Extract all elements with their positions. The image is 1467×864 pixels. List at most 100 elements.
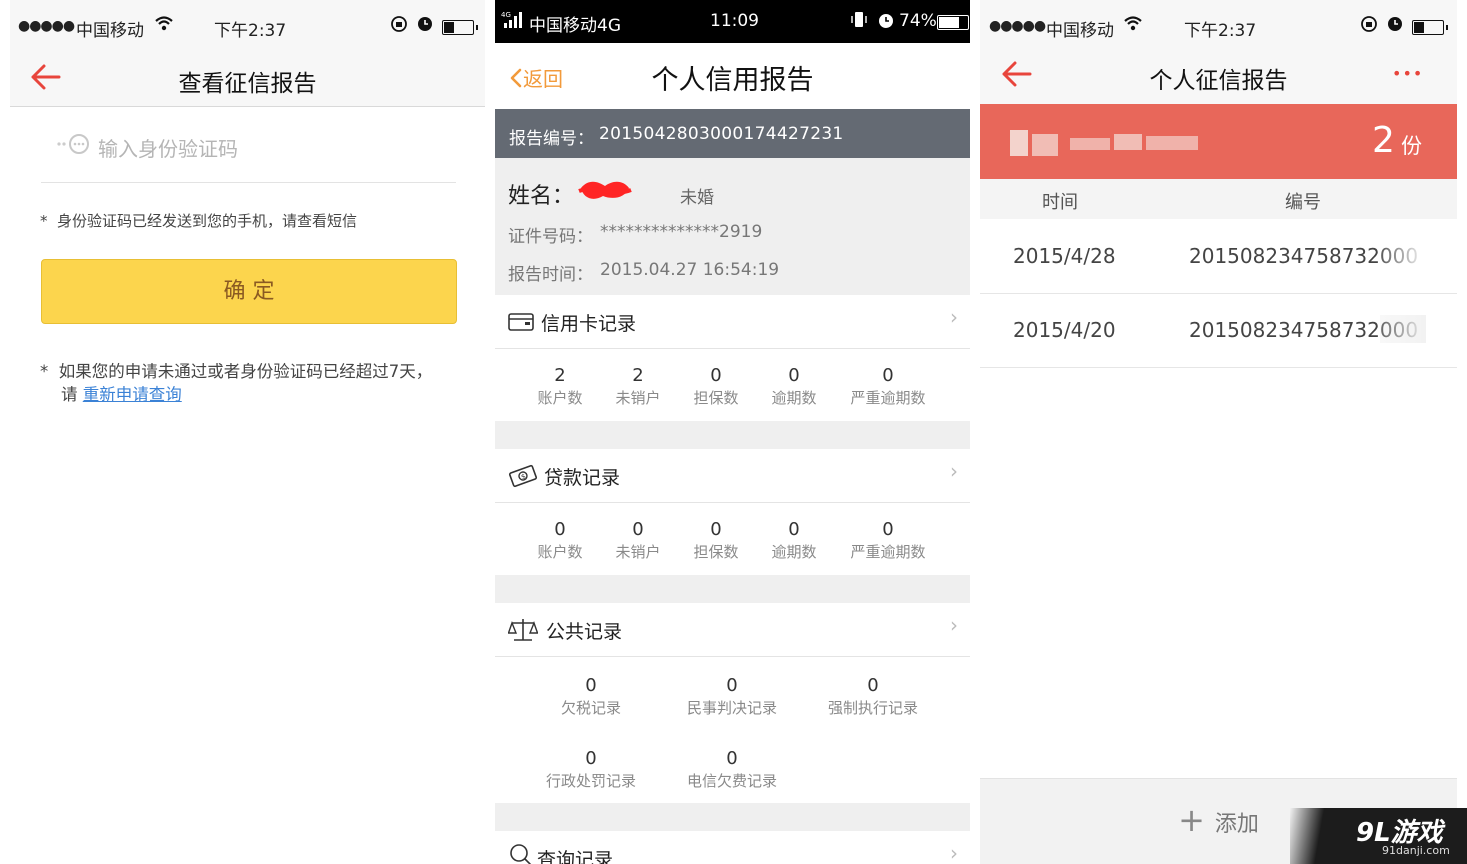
wifi-icon xyxy=(1123,14,1143,37)
report-date: 2015/4/28 xyxy=(1013,244,1116,268)
reapply-prefix: 请 xyxy=(61,385,83,404)
stat-item: 0 担保数 xyxy=(693,519,739,561)
report-count-banner: 2 份 xyxy=(980,104,1457,179)
carrier-label: 中国移动4G xyxy=(529,16,621,36)
id-number-value: **************2919 xyxy=(600,222,763,242)
wifi-icon xyxy=(154,14,174,37)
stat-item: 0 严重逾期数 xyxy=(850,519,926,561)
panel-gap xyxy=(1457,0,1467,864)
report-count-unit: 份 xyxy=(1401,134,1422,158)
clock-label: 下午2:37 xyxy=(1184,21,1257,41)
panel-personal-credit-report: 4G 中国移动4G 11:09 74% 返回 个人信用报告 报告编号： 2015… xyxy=(495,0,970,864)
status-bar: 4G 中国移动4G 11:09 74% xyxy=(495,0,970,43)
stat-item: 0 逾期数 xyxy=(771,519,817,561)
search-icon xyxy=(509,843,533,864)
chevron-right-icon: › xyxy=(950,613,958,637)
money-icon: $ xyxy=(508,462,538,494)
table-row[interactable]: 2015/4/20 201508234758732000 xyxy=(980,294,1457,368)
loan-stats: 0 账户数 0 未销户 0 担保数 0 逾期数 0 严重逾期数 xyxy=(495,503,970,575)
chevron-right-icon: › xyxy=(950,459,958,483)
sms-sent-note: * 身份验证码已经发送到您的手机，请查看短信 xyxy=(40,210,357,231)
credit-card-stats: 2 账户数 2 未销户 0 担保数 0 逾期数 0 严重逾期数 xyxy=(495,349,970,421)
section-title: 信用卡记录 xyxy=(541,313,637,335)
watermark-site: 91danji.com xyxy=(1382,844,1450,857)
column-header-time: 时间 xyxy=(1042,192,1078,213)
report-count: 2 xyxy=(1372,120,1395,161)
status-bar: ●●●●● 中国移动 下午2:37 xyxy=(980,0,1457,52)
rotation-lock-icon xyxy=(390,15,408,38)
alarm-icon xyxy=(877,11,895,34)
verification-code-input[interactable]: 输入身份验证码 xyxy=(41,126,456,183)
stat-item: 0 严重逾期数 xyxy=(850,365,926,407)
plus-icon: + xyxy=(1178,801,1205,839)
carrier-label: 中国移动 xyxy=(76,21,144,41)
stat-item: 0 行政处罚记录 xyxy=(545,748,636,790)
add-label: 添加 xyxy=(1214,812,1259,837)
signal-dots-icon: ●●●●● xyxy=(989,18,1046,34)
rotation-lock-icon xyxy=(1360,15,1378,38)
marital-status: 未婚 xyxy=(680,188,714,208)
nav-bar: 查看征信报告 xyxy=(10,52,485,107)
signal-dots-icon: ●●●●● xyxy=(18,18,75,34)
clock-label: 11:09 xyxy=(710,11,759,31)
battery-percent: 74% xyxy=(899,11,937,31)
carrier-label: 中国移动 xyxy=(1046,21,1114,41)
page-title: 个人征信报告 xyxy=(1149,68,1288,94)
stat-item: 2 账户数 xyxy=(537,365,583,407)
reapply-link[interactable]: 重新申请查询 xyxy=(83,385,182,404)
section-query-records[interactable]: 查询记录 › xyxy=(495,831,970,864)
reapply-note-text: 如果您的申请未通过或者身份验证码已经超过7天， xyxy=(58,362,433,381)
section-loan[interactable]: $ 贷款记录 › xyxy=(495,449,970,503)
id-number-label: 证件号码： xyxy=(508,227,593,247)
report-date: 2015/4/20 xyxy=(1013,318,1116,342)
table-header: 时间 编号 xyxy=(980,179,1457,219)
reapply-note: * 如果您的申请未通过或者身份验证码已经超过7天， 请 重新申请查询 xyxy=(40,360,480,406)
network-type: 4G xyxy=(501,11,511,19)
sms-note-text: 身份验证码已经发送到您的手机，请查看短信 xyxy=(57,212,358,230)
blur-fade xyxy=(1380,315,1426,343)
report-time-value: 2015.04.27 16:54:19 xyxy=(600,260,780,280)
scales-icon xyxy=(507,616,539,648)
nav-bar: 个人征信报告 ••• xyxy=(980,50,1457,104)
section-public-records[interactable]: 公共记录 › xyxy=(495,603,970,657)
signal-icon: 4G xyxy=(501,10,525,35)
stat-item: 2 未销户 xyxy=(615,365,661,407)
redacted-name-scribble xyxy=(577,178,633,208)
chevron-right-icon: › xyxy=(950,305,958,329)
vibrate-icon xyxy=(851,11,867,34)
report-number-label: 报告编号： xyxy=(509,129,594,149)
report-summary: 姓名： 未婚 证件号码： **************2919 报告时间： 20… xyxy=(495,158,970,295)
panel-view-credit-report: ●●●●● 中国移动 下午2:37 查看征信报告 输入身份验证码 * 身份验证码… xyxy=(10,0,485,864)
public-record-stats: 0 欠税记录 0 民事判决记录 0 强制执行记录 0 行政处罚记录 0 电信欠费记录 xyxy=(495,657,970,803)
more-options-icon[interactable]: ••• xyxy=(1392,64,1423,83)
page-title: 个人信用报告 xyxy=(651,65,814,96)
input-placeholder: 输入身份验证码 xyxy=(98,137,238,161)
blur-fade xyxy=(1380,241,1426,269)
report-time-label: 报告时间： xyxy=(508,265,593,285)
stat-item: 0 欠税记录 xyxy=(560,675,621,717)
stat-item: 0 电信欠费记录 xyxy=(686,748,777,790)
table-row[interactable]: 2015/4/28 201508234758732000 xyxy=(980,219,1457,294)
clock-label: 下午2:37 xyxy=(214,21,287,41)
chevron-right-icon: › xyxy=(950,841,958,864)
asterisk-mark: * xyxy=(40,362,49,381)
section-credit-card[interactable]: 信用卡记录 › xyxy=(495,295,970,349)
stat-item: 0 强制执行记录 xyxy=(827,675,918,717)
stat-item: 0 账户数 xyxy=(537,519,583,561)
column-header-number: 编号 xyxy=(1285,192,1321,213)
report-number-value: 2015042803000174427231 xyxy=(599,124,844,144)
stat-item: 0 担保数 xyxy=(693,365,739,407)
stat-item: 0 逾期数 xyxy=(771,365,817,407)
message-icon xyxy=(55,134,93,160)
confirm-button[interactable]: 确 定 xyxy=(41,259,457,324)
stat-item: 0 未销户 xyxy=(615,519,661,561)
name-label: 姓名： xyxy=(508,184,575,209)
battery-icon xyxy=(937,15,969,30)
section-title: 公共记录 xyxy=(546,621,623,643)
battery-icon xyxy=(1412,20,1448,35)
asterisk-mark: * xyxy=(40,212,48,230)
alarm-icon xyxy=(416,14,434,37)
status-bar: ●●●●● 中国移动 下午2:37 xyxy=(10,0,485,52)
section-title: 贷款记录 xyxy=(544,467,621,489)
site-watermark: 9L游戏 91danji.com xyxy=(1290,808,1467,864)
